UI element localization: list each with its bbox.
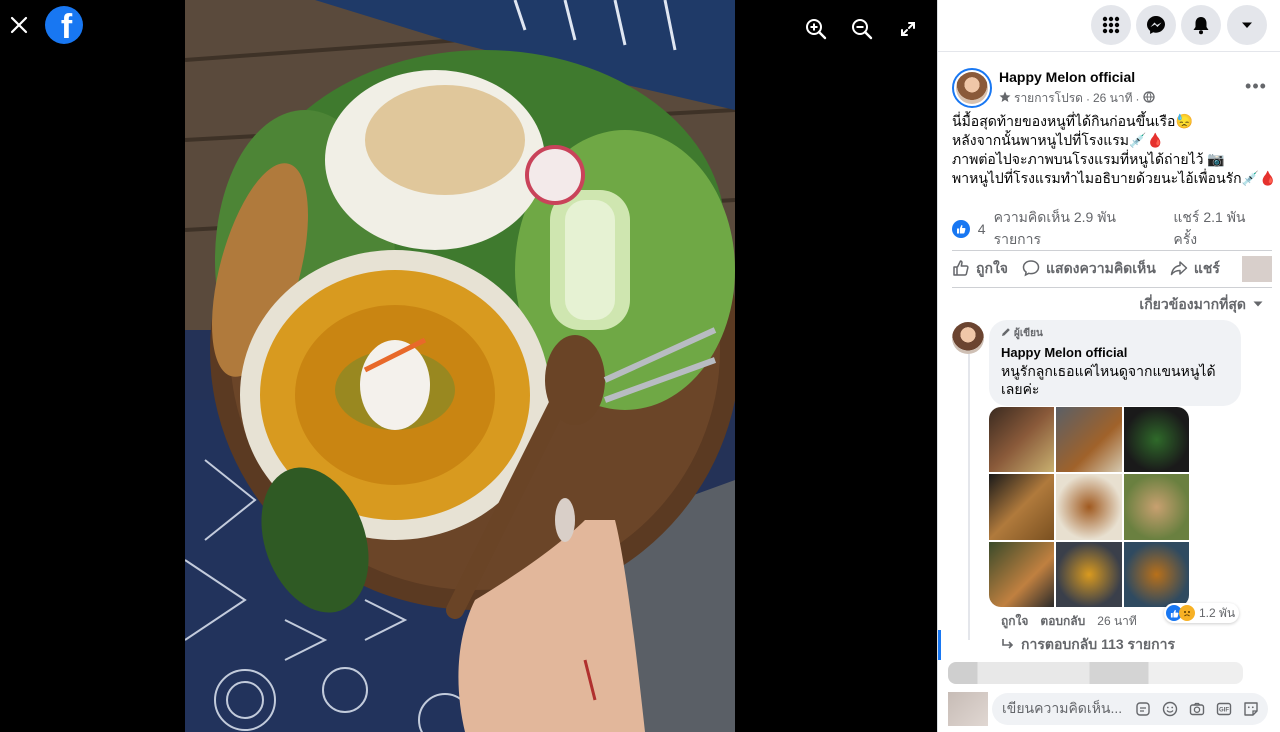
comments-count[interactable]: ความคิดเห็น 2.9 พัน รายการ [994, 207, 1166, 251]
top-navigation [938, 0, 1280, 52]
camera-icon[interactable] [1188, 700, 1206, 718]
post-side-panel: Happy Melon official รายการโปรด · 26 นาท… [937, 0, 1280, 732]
comment-composer: เขียนความคิดเห็น... GIF [948, 690, 1273, 728]
caret-down-icon [1252, 297, 1264, 313]
collapsed-comment-preview [948, 662, 1243, 684]
post-text-line: ภาพต่อไปจะภาพบนโรงแรมที่หนูได้ถ่ายไว้ 📷 [952, 151, 1225, 167]
comment-attached-image[interactable] [989, 407, 1189, 607]
grid-photo [1056, 474, 1122, 540]
comment-bubble-icon [1022, 259, 1040, 280]
sticker-icon[interactable] [1134, 700, 1152, 718]
comment-bubble: ผู้เขียน Happy Melon official หนูรักลูกเ… [989, 320, 1241, 406]
post-text-line: พาหนูไปที่โรงแรมทำไมอธิบายด้วยนะไอ้เพื่อ… [952, 170, 1277, 186]
comment-sort-dropdown[interactable]: เกี่ยวข้องมากที่สุด [1139, 294, 1264, 316]
emoji-icon[interactable] [1161, 700, 1179, 718]
post-message: นี่มื้อสุดท้ายของหนูที่ได้กินก่อนขึ้นเรื… [952, 112, 1277, 188]
like-reaction-icon[interactable] [952, 220, 970, 238]
view-replies-link[interactable]: การตอบกลับ 113 รายการ [1001, 634, 1175, 656]
post-photo [185, 0, 735, 732]
replies-label: การตอบกลับ 113 รายการ [1021, 636, 1175, 652]
page-avatar[interactable] [952, 68, 992, 108]
grid-photo [1123, 407, 1189, 473]
comment-text: หนูรักลูกเธอแค่ไหนดูจากแขนหนูได้เลยค่ะ [1001, 363, 1216, 397]
fullscreen-icon[interactable] [895, 16, 921, 42]
post-header: Happy Melon official รายการโปรด · 26 นาท… [952, 66, 1272, 110]
grid-photo [1123, 541, 1189, 607]
thread-line [968, 352, 970, 640]
current-user-avatar[interactable] [948, 692, 988, 726]
commenter-name[interactable]: Happy Melon official [1001, 345, 1229, 360]
star-icon [999, 91, 1011, 106]
account-caret-icon[interactable] [1227, 5, 1267, 45]
post-time[interactable]: 26 นาที [1093, 89, 1133, 108]
svg-text:GIF: GIF [1219, 708, 1229, 714]
globe-icon [1142, 91, 1155, 106]
comment-button[interactable]: แสดงความคิดเห็น [1022, 258, 1156, 280]
page-name[interactable]: Happy Melon official [999, 69, 1135, 85]
comment-input[interactable]: เขียนความคิดเห็น... GIF [992, 693, 1268, 725]
comment-reactions[interactable]: 1.2 พัน [1164, 603, 1240, 623]
comment-label: แสดงความคิดเห็น [1046, 260, 1156, 276]
focus-indicator [938, 630, 941, 660]
post-text-line: นี่มื้อสุดท้ายของหนูที่ได้กินก่อนขึ้นเรื… [952, 113, 1193, 129]
facebook-logo-glyph: f [60, 8, 73, 44]
commenter-avatar[interactable] [952, 322, 984, 354]
pencil-icon [1001, 327, 1011, 340]
like-label: ถูกใจ [976, 260, 1008, 276]
actor-avatar-placeholder[interactable] [1242, 256, 1272, 282]
post-meta: รายการโปรด · 26 นาที · [999, 89, 1155, 108]
grid-photo [1056, 541, 1122, 607]
sticker-face-icon[interactable] [1242, 700, 1260, 718]
like-button[interactable]: ถูกใจ [952, 258, 1008, 280]
comment-time[interactable]: 26 นาที [1097, 612, 1137, 631]
composer-icons: GIF [1134, 700, 1260, 718]
comment-reply-button[interactable]: ตอบกลับ [1040, 612, 1085, 631]
zoom-in-icon[interactable] [803, 16, 829, 42]
messenger-icon[interactable] [1136, 5, 1176, 45]
comment-placeholder[interactable]: เขียนความคิดเห็น... [1002, 698, 1134, 720]
close-icon[interactable] [6, 12, 32, 38]
grid-photo [989, 541, 1055, 607]
meta-dot: · [1085, 91, 1090, 106]
grid-photo [1056, 407, 1122, 473]
more-options-icon[interactable]: ••• [1240, 70, 1272, 102]
reactions-count[interactable]: 4 [978, 221, 986, 237]
reply-arrow-icon [1001, 637, 1015, 654]
shares-count[interactable]: แชร์ 2.1 พัน ครั้ง [1173, 207, 1272, 251]
photo-viewer: f [0, 0, 937, 732]
comment-actions: ถูกใจ ตอบกลับ 26 นาที [1001, 612, 1137, 631]
grid-photo [989, 407, 1055, 473]
grid-photo [1123, 474, 1189, 540]
author-tag: ผู้เขียน [1001, 326, 1229, 341]
post-stats: 4 ความคิดเห็น 2.9 พัน รายการ แชร์ 2.1 พั… [952, 209, 1272, 247]
notifications-bell-icon[interactable] [1181, 5, 1221, 45]
author-tag-label: ผู้เขียน [1014, 328, 1043, 339]
sad-reaction-icon [1179, 605, 1195, 621]
comment-reaction-count: 1.2 พัน [1199, 605, 1236, 620]
menu-grid-icon[interactable] [1091, 5, 1131, 45]
facebook-logo[interactable]: f [45, 6, 83, 44]
comment-like-button[interactable]: ถูกใจ [1001, 612, 1028, 631]
share-arrow-icon [1170, 259, 1188, 280]
post-text-line: หลังจากนั้นพาหนูไปที่โรงแรม💉🩸 [952, 132, 1164, 148]
viewer-toolbar [803, 16, 921, 42]
grid-photo [989, 474, 1055, 540]
meta-dot: · [1135, 91, 1140, 106]
thumbs-up-icon [952, 259, 970, 280]
gif-icon[interactable]: GIF [1215, 700, 1233, 718]
zoom-out-icon[interactable] [849, 16, 875, 42]
sort-label: เกี่ยวข้องมากที่สุด [1139, 296, 1246, 312]
share-label: แชร์ [1193, 260, 1220, 276]
favorites-label[interactable]: รายการโปรด [1014, 89, 1083, 108]
share-button[interactable]: แชร์ [1170, 258, 1220, 280]
post-actions: ถูกใจ แสดงความคิดเห็น แชร์ [952, 250, 1272, 288]
